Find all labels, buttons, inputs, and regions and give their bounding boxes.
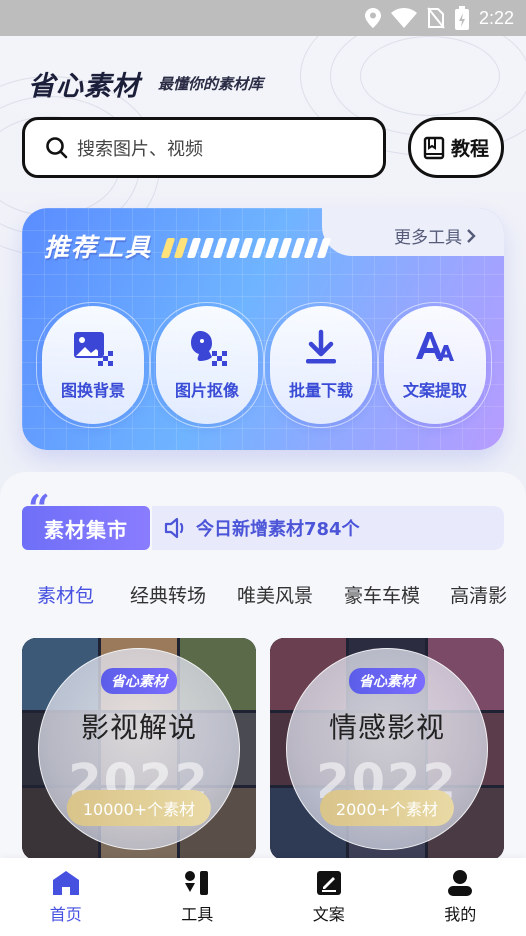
brand-slogan: 最懂你的素材库 (158, 75, 264, 93)
tab-scenery[interactable]: 唯美风景 (237, 581, 313, 608)
daily-notice-bar: 今日新增素材784个 (152, 506, 504, 550)
tab-material-pack[interactable]: 素材包 (37, 581, 95, 620)
brand-header: 省心素材 最懂你的素材库 (24, 64, 263, 103)
text-extract-icon (416, 332, 454, 361)
category-tabs: 素材包 经典转场 唯美风景 豪车车模 高清影 (0, 568, 526, 620)
search-icon (46, 136, 68, 158)
search-placeholder: 搜索图片、视频 (77, 138, 203, 160)
quote-mark-icon: “ (28, 486, 51, 531)
speaker-icon (164, 517, 184, 539)
market-title-tag: “ 素材集市 (22, 490, 150, 550)
search-input[interactable]: 搜索图片、视频 (22, 117, 386, 178)
user-icon (448, 870, 473, 896)
tool-label: 批量下载 (288, 381, 353, 400)
tool-image-replace[interactable]: 图换背景 (36, 302, 150, 428)
pack-title: 情感影视 (328, 711, 445, 744)
location-icon (364, 8, 381, 28)
tool-portrait-cutout[interactable]: 图片抠像 (150, 302, 264, 428)
tools-icon (185, 871, 209, 895)
more-tools-label: 更多工具 (394, 228, 462, 248)
nav-label: 首页 (49, 905, 82, 924)
note-edit-icon (316, 871, 341, 895)
daily-notice-text: 今日新增素材784个 (196, 519, 360, 540)
pack-badge: 省心素材 (349, 668, 425, 694)
pack-card-emotional-film[interactable]: 省心素材 情感影视 2022 2000+个素材 (270, 638, 504, 860)
tool-label: 图片抠像 (174, 381, 239, 400)
material-market-section: “ 素材集市 今日新增素材784个 素材包 经典转场 唯美风景 豪车车模 高清影… (0, 472, 526, 872)
nav-copywriting[interactable]: 文案 (279, 869, 379, 925)
wifi-icon (390, 8, 417, 28)
nav-home[interactable]: 首页 (16, 869, 116, 925)
tutorial-button[interactable]: 教程 (408, 117, 504, 178)
portrait-cutout-icon (191, 331, 227, 366)
nav-label: 工具 (181, 905, 214, 924)
pack-count: 2000+个素材 (319, 790, 455, 826)
chevron-right-icon (467, 228, 476, 243)
tab-hd-video[interactable]: 高清影 (450, 581, 507, 608)
download-icon (306, 329, 336, 364)
nav-tools[interactable]: 工具 (147, 869, 247, 925)
status-bar: 2:22 (0, 0, 526, 36)
pack-card-film-commentary[interactable]: 省心素材 影视解说 2022 10000+个素材 (22, 638, 256, 860)
tab-classic-transition[interactable]: 经典转场 (130, 581, 206, 608)
nav-label: 文案 (312, 905, 345, 924)
tool-text-extract[interactable]: 文案提取 (378, 302, 492, 428)
image-replace-icon (74, 332, 113, 366)
recommended-tools-card: 推荐工具 更多工具 图换背景 图片抠像 批量下载 文案提取 (22, 208, 504, 450)
tools-title: 推荐工具 (44, 233, 153, 262)
decorative-stripes (160, 238, 332, 258)
tool-label: 图换背景 (60, 381, 125, 400)
pack-badge: 省心素材 (101, 668, 177, 694)
status-time: 2:22 (478, 7, 514, 28)
tutorial-label: 教程 (450, 138, 489, 160)
market-title: 素材集市 (44, 517, 128, 542)
tab-luxury-cars[interactable]: 豪车车模 (344, 581, 420, 608)
book-icon (423, 136, 445, 159)
tool-label: 文案提取 (402, 381, 467, 400)
tool-batch-download[interactable]: 批量下载 (264, 302, 378, 428)
brand-logo: 省心素材 (24, 64, 144, 103)
bottom-navigation: 首页 工具 文案 我的 (0, 858, 526, 936)
pack-title: 影视解说 (80, 711, 197, 744)
battery-charging-icon (454, 6, 469, 30)
home-icon (52, 871, 79, 895)
nav-profile[interactable]: 我的 (410, 869, 510, 925)
nav-label: 我的 (444, 905, 477, 924)
pack-count: 10000+个素材 (66, 790, 212, 826)
more-tools-link[interactable]: 更多工具 (394, 223, 476, 248)
no-sim-icon (427, 7, 445, 29)
